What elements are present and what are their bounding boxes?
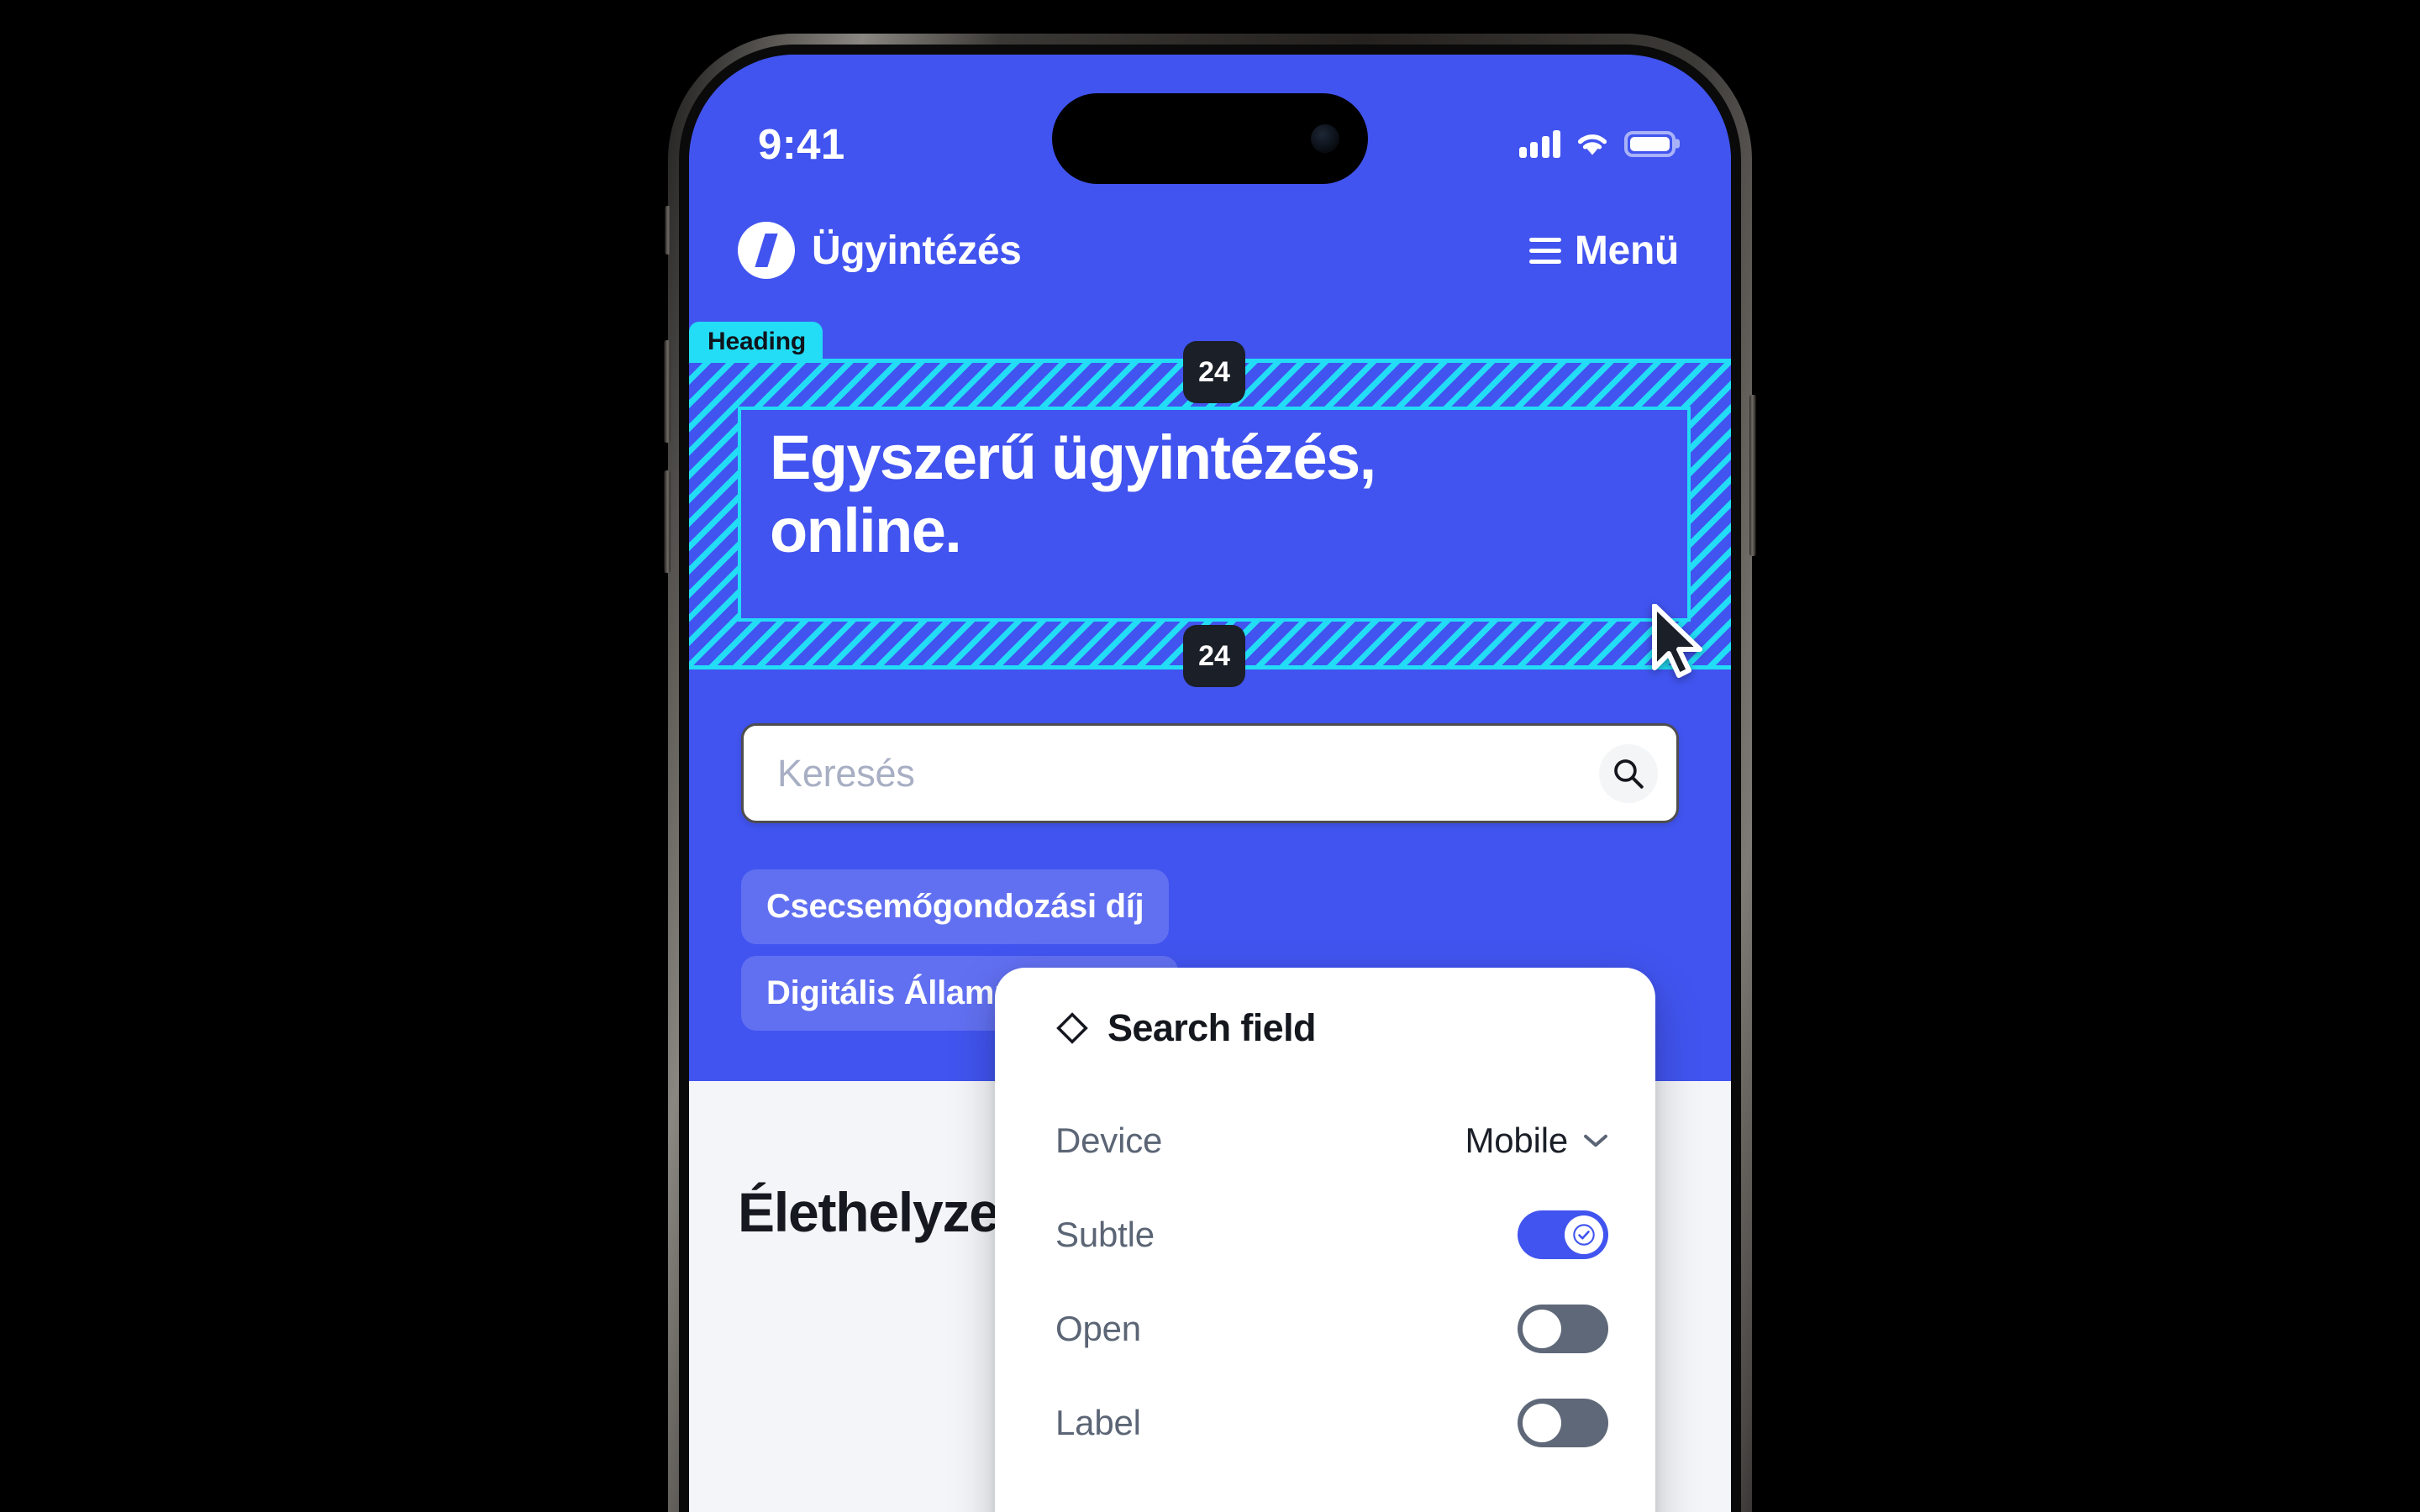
device-select[interactable]: Mobile xyxy=(1465,1121,1608,1161)
chip-item[interactable]: Csecsemőgondozási díj xyxy=(741,869,1170,944)
search-icon xyxy=(1614,759,1644,789)
battery-icon xyxy=(1624,130,1676,157)
property-label: Subtle xyxy=(1055,1215,1155,1254)
property-row-device: Device Mobile xyxy=(1055,1094,1608,1188)
chevron-down-icon xyxy=(1584,1134,1607,1147)
volume-up-button[interactable] xyxy=(664,340,671,443)
property-label: Label xyxy=(1055,1403,1141,1442)
open-toggle[interactable] xyxy=(1518,1305,1608,1353)
toggle-knob xyxy=(1523,1404,1561,1442)
menu-button[interactable]: Menü xyxy=(1528,228,1679,274)
check-icon xyxy=(1573,1224,1595,1246)
property-row-open: Open xyxy=(1055,1282,1608,1376)
property-row-label: Label xyxy=(1055,1376,1608,1470)
device-select-value: Mobile xyxy=(1465,1121,1568,1160)
front-camera-icon xyxy=(1311,124,1339,153)
hamburger-menu-icon xyxy=(1528,237,1561,264)
toggle-knob xyxy=(1565,1215,1603,1254)
volume-down-button[interactable] xyxy=(664,470,671,573)
brand-logo-icon xyxy=(738,222,795,279)
properties-panel-header: Search field xyxy=(1055,1006,1608,1050)
diamond-component-icon xyxy=(1056,1012,1088,1044)
power-button[interactable] xyxy=(1749,395,1756,556)
cellular-signal-icon xyxy=(1518,129,1560,158)
spacing-badge-bottom: 24 xyxy=(1183,625,1245,687)
search-input[interactable]: Keresés xyxy=(741,723,1679,823)
element-type-badge: Heading xyxy=(689,322,823,363)
search-input-placeholder: Keresés xyxy=(777,751,915,795)
spacing-badge-top: 24 xyxy=(1183,341,1245,403)
silent-switch-button[interactable] xyxy=(665,206,671,255)
dynamic-island xyxy=(1052,93,1368,184)
menu-button-label: Menü xyxy=(1574,228,1679,273)
properties-panel-title: Search field xyxy=(1107,1006,1317,1049)
wifi-icon xyxy=(1577,134,1607,155)
mouse-pointer-icon xyxy=(1652,604,1702,678)
toggle-knob xyxy=(1523,1310,1561,1348)
search-submit-button[interactable] xyxy=(1599,743,1658,803)
heading-selection-overlay: Heading 24 Egyszerű ügyintézés, online. … xyxy=(689,322,1731,687)
label-toggle[interactable] xyxy=(1518,1399,1608,1447)
property-label: Device xyxy=(1055,1121,1163,1160)
search-field-wrapper: Keresés xyxy=(741,723,1679,823)
status-bar-icons xyxy=(1518,129,1676,158)
properties-panel: Search field Device Mobile Subtle Open L… xyxy=(995,968,1655,1512)
selected-element-bounds[interactable]: Egyszerű ügyintézés, online. xyxy=(738,407,1691,622)
property-label: Open xyxy=(1055,1309,1141,1348)
app-header: Ügyintézés Menü xyxy=(689,196,1731,305)
screenshot-stage: Élethelyzetek 9:41 Ügyintézés Menü Headi… xyxy=(0,0,2420,1512)
spacing-hatch-region: 24 Egyszerű ügyintézés, online. 24 xyxy=(689,341,1731,687)
property-row-subtle: Subtle xyxy=(1055,1188,1608,1282)
subtle-toggle[interactable] xyxy=(1518,1210,1608,1259)
hero-heading-text: Egyszerű ügyintézés, online. xyxy=(770,423,1376,565)
brand-block[interactable]: Ügyintézés xyxy=(738,222,1022,279)
brand-name-label: Ügyintézés xyxy=(812,228,1022,273)
status-bar-time: 9:41 xyxy=(758,119,845,168)
